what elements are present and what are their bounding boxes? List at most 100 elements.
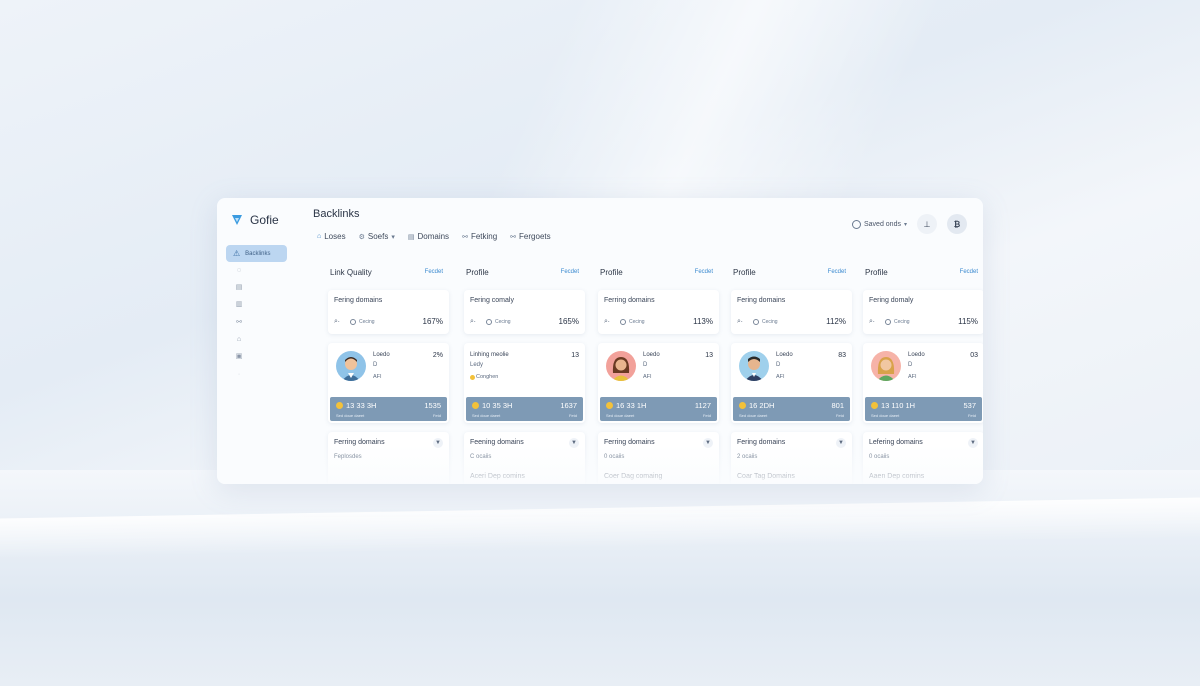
stat-caption-right: Fetd — [967, 413, 976, 418]
chat-icon[interactable]: ◌ — [234, 266, 244, 276]
profile-card[interactable]: Loedo D AFI 2% 13 33 3H 1535 Sed doue da… — [328, 343, 449, 423]
page-title: Backlinks — [313, 208, 360, 220]
referring-domains-card[interactable]: Ferring domains ⌕⋅ Cecing 113% — [598, 290, 719, 334]
filter-icon[interactable]: ⌕⋅ — [737, 318, 753, 326]
radio-icon[interactable] — [350, 318, 356, 325]
profile-count: 2% — [432, 352, 443, 359]
stat-bar: 10 35 3H 1637 Sed doue daeet Fetd — [466, 397, 583, 421]
referring-domains-filter-card[interactable]: Ferring domains ▼ 0 ocaiis Coer Dag coma… — [598, 432, 719, 484]
profile-count: 03 — [970, 352, 978, 359]
referring-domains-card[interactable]: Fering domains ⌕⋅ Cecing 167% — [328, 290, 449, 334]
filter-icon[interactable]: ⌕⋅ — [470, 318, 486, 326]
referring-domains-filter-card[interactable]: Ferring domains ▼ Feplosdes — [328, 432, 449, 484]
stat-total: 1127 — [694, 401, 711, 410]
column-detail-link[interactable]: Fecdet — [960, 269, 978, 275]
brand[interactable]: Gofie — [230, 213, 279, 227]
lock-icon[interactable]: ⌂ — [234, 335, 244, 345]
sidebar-item-label: Backlinks — [245, 250, 271, 257]
referring-domains-filter-card[interactable]: Feening domains ▼ C ocaiis Aceri Dep com… — [464, 432, 585, 484]
stat-value: 16 33 1H — [616, 401, 647, 410]
profile-subtitle: D — [908, 362, 913, 368]
referring-domains-card[interactable]: Fering domains ⌕⋅ Cecing 112% — [731, 290, 852, 334]
filter-icon[interactable]: ▼ — [569, 438, 579, 448]
filter-icon[interactable]: ⌕⋅ — [604, 318, 620, 326]
stat-caption-right: Fetd — [702, 413, 711, 418]
document-icon[interactable]: ▤ — [234, 283, 244, 293]
card-heading: Ferring domains — [604, 439, 655, 446]
card-heading: Fering domaly — [869, 297, 914, 304]
stat-value: 16 2DH — [749, 401, 775, 410]
triangle-icon: ⚠ — [233, 249, 241, 258]
tab-soefs[interactable]: ⚙ Soefs ▾ — [359, 232, 395, 241]
radio-icon[interactable] — [753, 318, 759, 325]
tab-label: Fetking — [470, 232, 498, 241]
profile-card[interactable]: Loedo D AFI 83 16 2DH 801 Sed doue daeet… — [731, 343, 852, 423]
radio-icon[interactable] — [620, 318, 626, 325]
dot-icon[interactable]: · — [234, 370, 244, 380]
profile-name: Linhing meolie — [470, 352, 509, 358]
profile-name: Loedo — [908, 352, 925, 358]
column-detail-link[interactable]: Fecdet — [695, 269, 713, 275]
column-detail-link[interactable]: Fecdet — [828, 269, 846, 275]
chart-icon[interactable]: ▥ — [234, 300, 244, 310]
radio-icon[interactable] — [885, 318, 891, 325]
filter-icon[interactable]: ▼ — [703, 438, 713, 448]
card-heading: Fering domains — [737, 297, 786, 304]
card-heading: Ferring domains — [604, 297, 655, 304]
stat-bar: 13 33 3H 1535 Sed doue daeet Fetd — [330, 397, 447, 421]
user-button[interactable]: ⊥ — [917, 214, 937, 234]
filter-icon[interactable]: ▼ — [968, 438, 978, 448]
stat-bar: 16 2DH 801 Sed doue daeet Fetd — [733, 397, 850, 421]
profile-count: 83 — [838, 352, 846, 359]
profile-card[interactable]: Loedo D AFI 13 16 33 1H 1127 Sed doue da… — [598, 343, 719, 423]
card-stats-row: ⌕⋅ Cecing 115% — [869, 317, 978, 326]
tab-loses[interactable]: ⌂ Loses — [317, 232, 346, 241]
link-icon[interactable]: ⚯ — [234, 318, 244, 328]
sidebar-item-backlinks[interactable]: ⚠ Backlinks — [226, 245, 287, 262]
chevron-down-icon: ▾ — [903, 221, 907, 228]
referring-domains-card[interactable]: Fering comaly ⌕⋅ Cecing 165% — [464, 290, 585, 334]
avatar — [739, 351, 769, 381]
stat-total: 537 — [963, 401, 976, 410]
avatar — [871, 351, 901, 381]
card-percentage: 115% — [958, 317, 978, 326]
card-status: Cecing — [762, 318, 778, 325]
stat-caption: Sed doue daeet — [871, 413, 900, 418]
profile-card[interactable]: Linhing meolie Ledy Conghen 13 10 35 3H … — [464, 343, 585, 423]
column-header: Profile Fecdet — [863, 268, 983, 280]
coin-icon — [336, 402, 343, 409]
filter-icon[interactable]: ▼ — [836, 438, 846, 448]
column-detail-link[interactable]: Fecdet — [561, 269, 579, 275]
profile-button[interactable]: ₿ — [947, 214, 967, 234]
saved-dropdown[interactable]: Saved onds ▾ — [852, 219, 907, 229]
briefcase-icon[interactable]: ▣ — [234, 352, 244, 362]
stat-total: 801 — [831, 401, 844, 410]
tab-fergoets[interactable]: ⚯ Fergoets — [510, 232, 550, 241]
filter-icon[interactable]: ⌕⋅ — [869, 318, 885, 326]
card-subtext: 0 ocaiis — [869, 454, 890, 460]
profile-card[interactable]: Loedo D AFI 03 13 110 1H 537 Sed doue da… — [863, 343, 983, 423]
card-heading: Fering domains — [737, 439, 786, 446]
column-title: Profile — [865, 268, 888, 277]
filter-icon[interactable]: ▼ — [433, 438, 443, 448]
chevron-down-icon: ▾ — [391, 233, 395, 241]
referring-domains-card[interactable]: Fering domaly ⌕⋅ Cecing 115% — [863, 290, 983, 334]
tab-fetking[interactable]: ⚯ Fetking — [462, 232, 497, 241]
stat-caption-right: Fetd — [568, 413, 577, 418]
column-profile: Profile Fecdet Fering domains ⌕⋅ Cecing … — [731, 268, 852, 484]
card-percentage: 165% — [558, 317, 579, 326]
card-subtext: C ocaiis — [470, 454, 492, 460]
gear-icon: ⚙ — [358, 233, 365, 241]
card-subtext: 0 ocaiis — [604, 454, 625, 460]
link-icon: ⚯ — [462, 233, 468, 241]
referring-domains-filter-card[interactable]: Fering domains ▼ 2 ocaiis Coar Tag Domai… — [731, 432, 852, 484]
column-detail-link[interactable]: Fecdet — [425, 269, 443, 275]
stat-caption: Sed doue daeet — [472, 413, 501, 418]
tab-label: Fergoets — [519, 232, 551, 241]
profile-meta: AFI — [776, 374, 785, 380]
stat-caption-right: Fetd — [835, 413, 844, 418]
referring-domains-filter-card[interactable]: Lefering domains ▼ 0 ocaiis Aaen Dep com… — [863, 432, 983, 484]
filter-icon[interactable]: ⌕⋅ — [334, 318, 350, 326]
radio-icon[interactable] — [486, 318, 492, 325]
tab-domains[interactable]: ▤ Domains — [408, 232, 449, 241]
